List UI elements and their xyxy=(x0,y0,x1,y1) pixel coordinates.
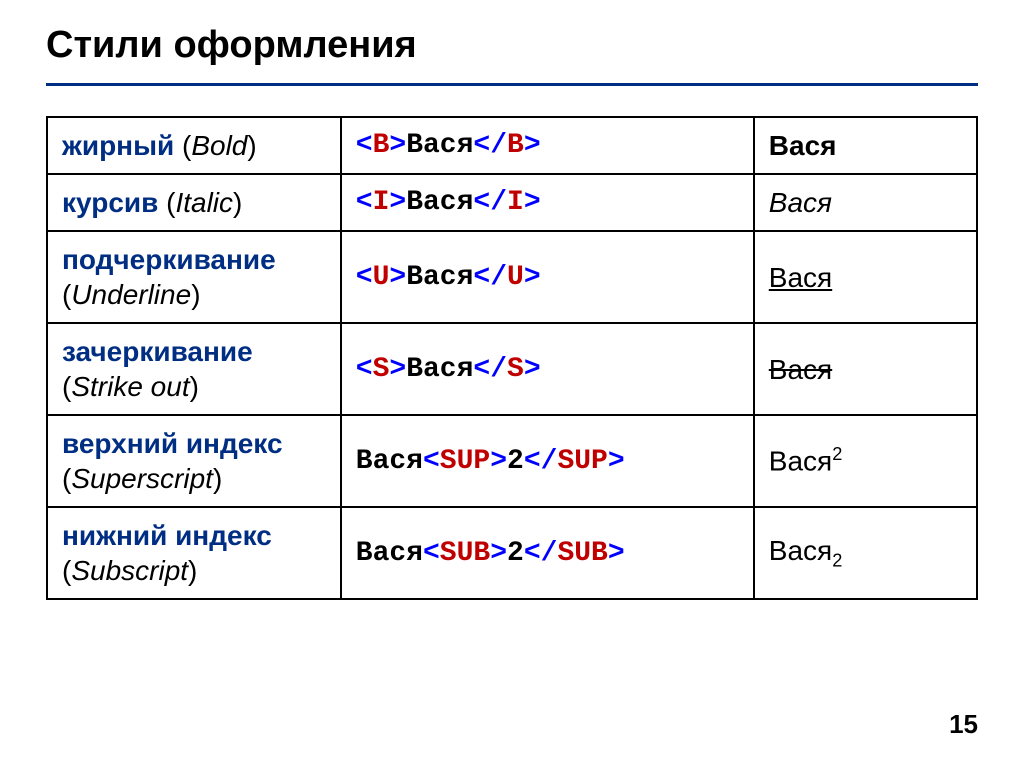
code-bracket: > xyxy=(389,187,406,218)
table-row: зачеркивание (Strike out)<S>Вася</S>Вася xyxy=(47,323,977,415)
table-row: верхний индекс (Superscript)Вася<SUP>2</… xyxy=(47,415,977,507)
style-description: верхний индекс (Superscript) xyxy=(47,415,341,507)
style-description: жирный (Bold) xyxy=(47,117,341,174)
rendered-text: Вася xyxy=(769,354,832,385)
code-bracket: > xyxy=(608,446,625,477)
code-text: Вася xyxy=(356,446,423,477)
slide-title: Стили оформления xyxy=(46,24,978,67)
code-tag: S xyxy=(373,354,390,385)
style-html-code: <U>Вася</U> xyxy=(341,231,754,323)
style-name-en: Superscript xyxy=(71,463,213,494)
style-rendered: Вася2 xyxy=(754,415,977,507)
code-tag: I xyxy=(507,187,524,218)
style-rendered: Вася xyxy=(754,323,977,415)
code-bracket: </ xyxy=(524,538,558,569)
code-bracket: > xyxy=(524,130,541,161)
code-bracket: > xyxy=(389,262,406,293)
style-name-en: Bold xyxy=(191,130,247,161)
style-html-code: <I>Вася</I> xyxy=(341,174,754,231)
code-bracket: > xyxy=(524,354,541,385)
code-text: Вася xyxy=(406,262,473,293)
style-name-ru: зачеркивание xyxy=(62,336,253,367)
code-bracket: </ xyxy=(473,187,507,218)
style-rendered: Вася xyxy=(754,117,977,174)
styles-table-body: жирный (Bold)<B>Вася</B>Васякурсив (Ital… xyxy=(47,117,977,599)
style-description: зачеркивание (Strike out) xyxy=(47,323,341,415)
code-bracket: < xyxy=(356,262,373,293)
code-tag: U xyxy=(373,262,390,293)
code-tag: B xyxy=(373,130,390,161)
code-text: Вася xyxy=(406,130,473,161)
code-tag: SUB xyxy=(440,538,490,569)
style-html-code: <B>Вася</B> xyxy=(341,117,754,174)
page-number: 15 xyxy=(949,709,978,740)
style-description: курсив (Italic) xyxy=(47,174,341,231)
table-row: подчеркивание (Underline)<U>Вася</U>Вася xyxy=(47,231,977,323)
code-text: 2 xyxy=(507,446,524,477)
code-bracket: </ xyxy=(473,130,507,161)
code-bracket: < xyxy=(423,538,440,569)
rendered-text: Вася xyxy=(769,446,832,477)
code-text: Вася xyxy=(406,187,473,218)
table-row: курсив (Italic)<I>Вася</I>Вася xyxy=(47,174,977,231)
style-description: нижний индекс (Subscript) xyxy=(47,507,341,599)
code-tag: I xyxy=(373,187,390,218)
code-tag: S xyxy=(507,354,524,385)
style-name-en: Subscript xyxy=(71,555,188,586)
code-text: Вася xyxy=(406,354,473,385)
code-tag: SUP xyxy=(557,446,607,477)
style-name-en: Strike out xyxy=(71,371,189,402)
style-html-code: Вася<SUB>2</SUB> xyxy=(341,507,754,599)
code-tag: B xyxy=(507,130,524,161)
code-bracket: > xyxy=(524,262,541,293)
table-row: нижний индекс (Subscript)Вася<SUB>2</SUB… xyxy=(47,507,977,599)
style-rendered: Вася xyxy=(754,174,977,231)
code-bracket: > xyxy=(524,187,541,218)
style-name-en: Italic xyxy=(175,187,233,218)
styles-table: жирный (Bold)<B>Вася</B>Васякурсив (Ital… xyxy=(46,116,978,600)
code-text: Вася xyxy=(356,538,423,569)
code-bracket: > xyxy=(490,538,507,569)
rendered-subscript: 2 xyxy=(832,551,842,571)
code-bracket: < xyxy=(356,130,373,161)
style-html-code: Вася<SUP>2</SUP> xyxy=(341,415,754,507)
style-name-ru: курсив xyxy=(62,187,158,218)
code-bracket: </ xyxy=(473,262,507,293)
rendered-text: Вася xyxy=(769,187,832,218)
code-bracket: > xyxy=(608,538,625,569)
code-text: 2 xyxy=(507,538,524,569)
code-bracket: < xyxy=(356,187,373,218)
code-bracket: > xyxy=(389,354,406,385)
rendered-text: Вася xyxy=(769,535,832,566)
style-name-ru: жирный xyxy=(62,130,174,161)
rendered-text: Вася xyxy=(769,130,837,161)
code-tag: SUB xyxy=(557,538,607,569)
rendered-superscript: 2 xyxy=(832,444,842,464)
code-bracket: < xyxy=(356,354,373,385)
style-description: подчеркивание (Underline) xyxy=(47,231,341,323)
style-name-ru: верхний индекс xyxy=(62,428,283,459)
table-row: жирный (Bold)<B>Вася</B>Вася xyxy=(47,117,977,174)
style-rendered: Вася2 xyxy=(754,507,977,599)
style-html-code: <S>Вася</S> xyxy=(341,323,754,415)
style-name-ru: нижний индекс xyxy=(62,520,272,551)
rendered-text: Вася xyxy=(769,262,832,293)
code-bracket: > xyxy=(389,130,406,161)
code-bracket: </ xyxy=(473,354,507,385)
code-bracket: < xyxy=(423,446,440,477)
style-rendered: Вася xyxy=(754,231,977,323)
style-name-en: Underline xyxy=(71,279,191,310)
code-tag: SUP xyxy=(440,446,490,477)
code-bracket: </ xyxy=(524,446,558,477)
style-name-ru: подчеркивание xyxy=(62,244,276,275)
code-bracket: > xyxy=(490,446,507,477)
code-tag: U xyxy=(507,262,524,293)
title-underline xyxy=(46,83,978,86)
